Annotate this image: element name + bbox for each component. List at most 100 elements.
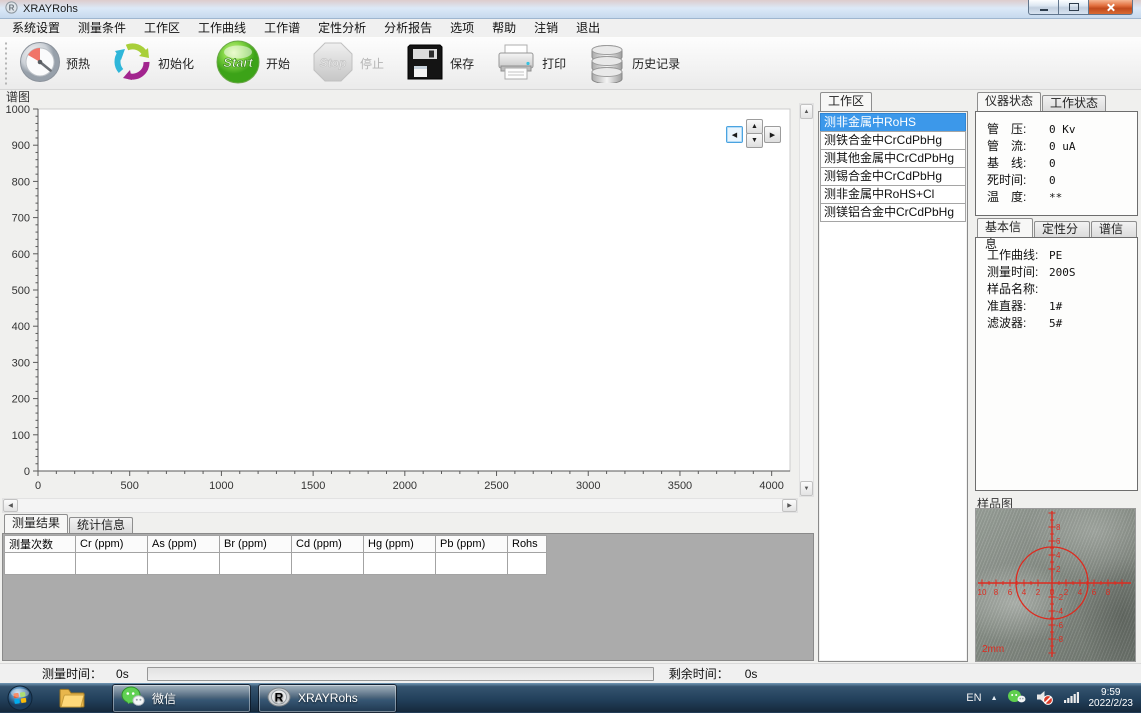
workspace-item-3[interactable]: 测锡合金中CrCdPbHg: [820, 167, 966, 186]
results-column-header-0[interactable]: 测量次数: [5, 536, 76, 553]
taskbar-app-微信[interactable]: 微信: [112, 684, 251, 713]
svg-text:Start: Start: [223, 55, 253, 70]
history-tool-button[interactable]: 历史记录: [584, 40, 683, 87]
remaining-time-label: 剩余时间：: [669, 665, 729, 682]
workspace-item-2[interactable]: 测其他金属中CrCdPbHg: [820, 149, 966, 168]
tool-button-label: 停止: [360, 55, 384, 72]
scroll-right-icon[interactable]: ▶: [782, 499, 797, 512]
svg-text:8: 8: [1106, 588, 1111, 597]
svg-text:R: R: [9, 3, 15, 12]
close-button[interactable]: [1089, 0, 1133, 15]
scroll-left-button[interactable]: ◀: [726, 126, 743, 143]
menu-item-0[interactable]: 系统设置: [3, 19, 69, 36]
svg-text:4: 4: [1078, 588, 1083, 597]
menu-item-2[interactable]: 工作区: [135, 19, 189, 36]
instrument-status-panel: 管 压:0 Kv管 流:0 uA基 线:0死时间:0温 度:**: [975, 111, 1138, 216]
start-menu-button[interactable]: [6, 684, 34, 712]
scroll-down-icon[interactable]: ▼: [800, 481, 813, 496]
svg-text:10: 10: [978, 588, 987, 597]
results-column-header-6[interactable]: Pb (ppm): [436, 536, 508, 553]
results-column-header-5[interactable]: Hg (ppm): [364, 536, 436, 553]
instrument-field-value: 0: [1049, 172, 1056, 189]
clock[interactable]: 9:59 2022/2/23: [1089, 687, 1137, 709]
results-tab-1[interactable]: 统计信息: [69, 517, 133, 533]
save-icon: [405, 42, 445, 85]
workspace-panel: 测非金属中RoHS测铁合金中CrCdPbHg测其他金属中CrCdPbHg测锡合金…: [818, 111, 968, 662]
svg-text:Stop: Stop: [320, 56, 347, 70]
wechat-icon: [121, 686, 145, 711]
scroll-right-button[interactable]: ▶: [764, 126, 781, 143]
basic-info-field-value: PE: [1049, 247, 1062, 264]
start-icon: Start: [215, 39, 261, 88]
spectrum-plot: 0100200300400500600700800900100005001000…: [2, 103, 796, 495]
clock-time: 9:59: [1089, 687, 1134, 698]
svg-text:2: 2: [1064, 588, 1069, 597]
instrument-field-0: 管 压:0 Kv: [976, 121, 1137, 138]
results-column-header-7[interactable]: Rohs: [508, 536, 547, 553]
results-cell: [364, 553, 436, 575]
volume-muted-icon[interactable]: [1035, 689, 1054, 708]
results-tab-0[interactable]: 测量结果: [4, 514, 68, 533]
print-tool-button[interactable]: 打印: [492, 41, 569, 86]
workspace-item-4[interactable]: 测非金属中RoHS+Cl: [820, 185, 966, 204]
menu-item-10[interactable]: 退出: [567, 19, 609, 36]
window-titlebar: R XRAYRohs: [0, 0, 1141, 19]
network-signal-icon[interactable]: [1063, 690, 1080, 707]
instrument-status-tab-0[interactable]: 仪器状态: [977, 92, 1041, 111]
menu-item-5[interactable]: 定性分析: [309, 19, 375, 36]
save-tool-button[interactable]: 保存: [402, 41, 477, 86]
svg-text:-2: -2: [1056, 593, 1064, 602]
menu-item-7[interactable]: 选项: [441, 19, 483, 36]
clock-date: 2022/2/23: [1089, 698, 1134, 709]
instrument-field-value: 0: [1049, 155, 1056, 172]
workspace-tab-0[interactable]: 工作区: [820, 92, 872, 111]
wechat-tray-icon[interactable]: [1007, 689, 1026, 707]
taskbar-app-XRAYRohs[interactable]: R XRAYRohs: [258, 684, 397, 713]
menu-item-3[interactable]: 工作曲线: [189, 19, 255, 36]
scroll-down-button[interactable]: ▼: [746, 133, 763, 148]
workspace-item-0[interactable]: 测非金属中RoHS: [820, 113, 966, 132]
taskbar-app-label: XRAYRohs: [298, 691, 358, 705]
start-tool-button[interactable]: Start开始: [212, 38, 293, 89]
maximize-button[interactable]: [1059, 0, 1089, 15]
chart-horizontal-scrollbar[interactable]: ◀ ▶: [2, 498, 798, 513]
menu-item-1[interactable]: 测量条件: [69, 19, 135, 36]
scroll-up-button[interactable]: ▲: [746, 119, 763, 134]
initialize-tool-button[interactable]: 初始化: [108, 40, 197, 87]
basic-info-tab-1[interactable]: 定性分析: [1034, 221, 1090, 237]
results-column-header-4[interactable]: Cd (ppm): [292, 536, 364, 553]
svg-text:4000: 4000: [759, 480, 783, 492]
svg-text:8: 8: [994, 588, 999, 597]
minimize-button[interactable]: [1028, 0, 1059, 15]
workspace-item-1[interactable]: 测铁合金中CrCdPbHg: [820, 131, 966, 150]
menu-item-9[interactable]: 注销: [525, 19, 567, 36]
results-column-header-2[interactable]: As (ppm): [148, 536, 220, 553]
taskbar: 微信 R XRAYRohs EN ▲ 9:59 2022/2/23: [0, 683, 1141, 713]
basic-info-field-value: 5#: [1049, 315, 1062, 332]
taskbar-explorer-button[interactable]: [54, 684, 90, 712]
gauge-tool-button[interactable]: 预热: [16, 40, 93, 87]
scroll-up-icon[interactable]: ▲: [800, 104, 813, 119]
menu-item-4[interactable]: 工作谱: [255, 19, 309, 36]
basic-info-tab-2[interactable]: 谱信息: [1091, 221, 1137, 237]
menu-item-6[interactable]: 分析报告: [375, 19, 441, 36]
instrument-field-1: 管 流:0 uA: [976, 138, 1137, 155]
basic-info-tab-0[interactable]: 基本信息: [977, 218, 1033, 237]
history-icon: [587, 41, 627, 86]
scroll-left-icon[interactable]: ◀: [3, 499, 18, 512]
menu-item-8[interactable]: 帮助: [483, 19, 525, 36]
results-column-header-3[interactable]: Br (ppm): [220, 536, 292, 553]
svg-text:2: 2: [1056, 565, 1061, 574]
chart-vertical-scrollbar[interactable]: ▲ ▼: [799, 103, 814, 497]
svg-text:1500: 1500: [301, 480, 325, 492]
show-hidden-icons-icon[interactable]: ▲: [991, 695, 998, 702]
workspace-item-5[interactable]: 测镁铝合金中CrCdPbHg: [820, 203, 966, 222]
instrument-field-value: **: [1049, 189, 1062, 206]
svg-text:500: 500: [121, 480, 139, 492]
instrument-field-value: 0 Kv: [1049, 121, 1076, 138]
svg-text:R: R: [275, 690, 284, 704]
language-indicator[interactable]: EN: [966, 692, 981, 704]
results-column-header-1[interactable]: Cr (ppm): [76, 536, 148, 553]
svg-text:6: 6: [1092, 588, 1097, 597]
instrument-status-tab-1[interactable]: 工作状态: [1042, 95, 1106, 111]
